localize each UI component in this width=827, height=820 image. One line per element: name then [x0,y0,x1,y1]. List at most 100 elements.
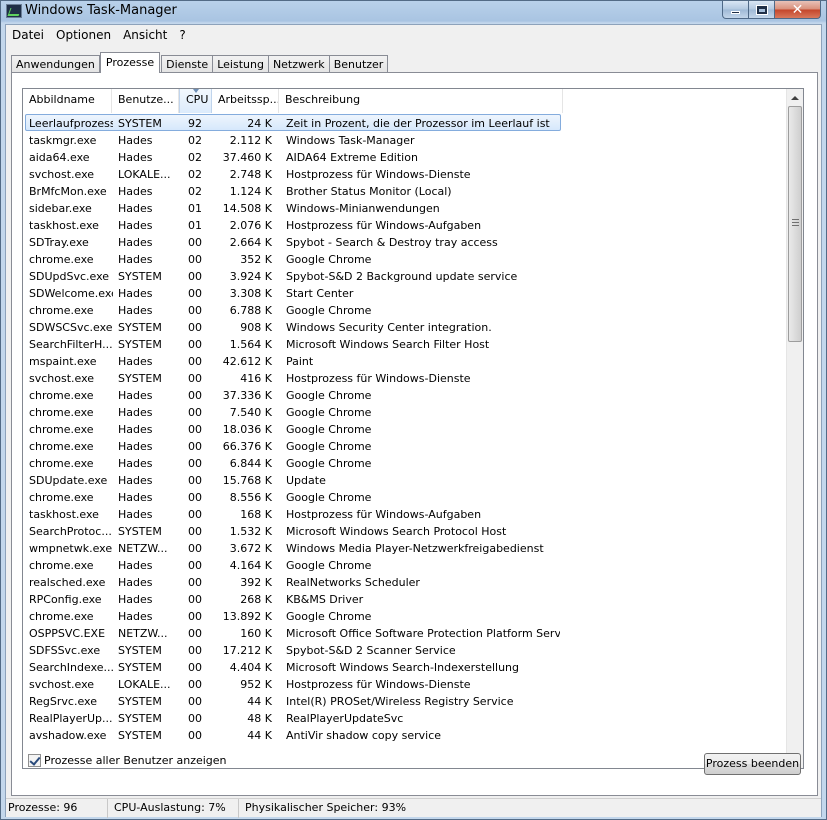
tab-prozesse[interactable]: Prozesse [99,52,161,73]
process-row[interactable]: SDUpdate.exe Hades 00 15.768 K Update [23,471,788,488]
process-row[interactable]: Leerlaufprozess SYSTEM 92 24 K Zeit in Proze… [23,114,788,131]
process-row[interactable]: chrome.exe Hades 00 37.336 K Google Chrome [23,386,788,403]
process-image-name: taskhost.exe [29,219,99,232]
column-header-description[interactable]: Beschreibung [279,89,563,113]
process-row[interactable]: svchost.exe SYSTEM 00 416 K Hostprozess für … [23,369,788,386]
process-row[interactable]: SDTray.exe Hades 00 2.664 K Spybot - Search … [23,233,788,250]
menu-ansicht[interactable]: Ansicht [117,25,173,45]
vertical-scrollbar[interactable] [786,89,803,768]
menu-help[interactable]: ? [173,25,191,45]
process-user: SYSTEM [118,321,162,334]
column-header-image-name[interactable]: Abbildname [23,89,112,113]
process-row[interactable]: chrome.exe Hades 00 18.036 K Google Chrome [23,420,788,437]
tab-netzwerk[interactable]: Netzwerk [267,55,330,73]
process-image-name: chrome.exe [29,457,94,470]
process-row[interactable]: SDFSSvc.exe SYSTEM 00 17.212 K Spybot-S&D 2 … [23,641,788,658]
process-row-cells: realsched.exe Hades 00 392 K RealNetworks Sc… [25,573,561,590]
process-description: Brother Status Monitor (Local) [286,185,452,198]
process-image-name: SDWSCSvc.exe [29,321,113,334]
process-row[interactable]: taskmgr.exe Hades 02 2.112 K Windows Task-Ma… [23,131,788,148]
process-row[interactable]: wmpnetwk.exe NETZW... 00 3.672 K Windows Med… [23,539,788,556]
process-row[interactable]: chrome.exe Hades 00 6.788 K Google Chrome [23,301,788,318]
process-user: Hades [118,474,153,487]
process-row[interactable]: SearchProtoc... SYSTEM 00 1.532 K Microsoft … [23,522,788,539]
process-row[interactable]: svchost.exe LOKALE... 00 952 K Hostprozess f… [23,675,788,692]
process-row[interactable]: avshadow.exe SYSTEM 00 44 K AntiVir shadow c… [23,726,788,743]
show-all-users-option[interactable]: Prozesse aller Benutzer anzeigen [28,754,227,767]
process-user: Hades [118,423,153,436]
process-row[interactable]: chrome.exe Hades 00 7.540 K Google Chrome [23,403,788,420]
process-row[interactable]: aida64.exe Hades 02 37.460 K AIDA64 Extreme … [23,148,788,165]
scrollbar-thumb[interactable] [788,106,802,342]
caption-buttons: ✕ [722,1,821,19]
end-process-button[interactable]: Prozess beenden [704,753,801,775]
process-row-cells: Leerlaufprozess SYSTEM 92 24 K Zeit in Proze… [25,114,561,131]
process-row[interactable]: SDUpdSvc.exe SYSTEM 00 3.924 K Spybot-S&D 2 … [23,267,788,284]
process-row[interactable]: chrome.exe Hades 00 13.892 K Google Chrome [23,607,788,624]
process-row[interactable]: taskhost.exe Hades 00 168 K Hostprozess für … [23,505,788,522]
process-row[interactable]: chrome.exe Hades 00 8.556 K Google Chrome [23,488,788,505]
process-cpu: 00 [188,253,202,266]
process-row[interactable]: SearchFilterH... SYSTEM 00 1.564 K Microsoft… [23,335,788,352]
process-image-name: chrome.exe [29,406,94,419]
column-header-user[interactable]: Benutze... [112,89,179,113]
process-row[interactable]: SDWSCSvc.exe SYSTEM 00 908 K Windows Securit… [23,318,788,335]
scroll-up-button[interactable] [787,89,803,106]
process-description: Google Chrome [286,440,372,453]
process-user: Hades [118,253,153,266]
process-row[interactable]: chrome.exe Hades 00 6.844 K Google Chrome [23,454,788,471]
process-row[interactable]: taskhost.exe Hades 01 2.076 K Hostprozess fü… [23,216,788,233]
process-row-cells: SearchFilterH... SYSTEM 00 1.564 K Microsoft… [25,335,561,352]
process-working-set: 44 K [247,695,272,708]
process-user: Hades [118,236,153,249]
minimize-button[interactable] [722,1,749,19]
process-row[interactable]: chrome.exe Hades 00 4.164 K Google Chrome [23,556,788,573]
process-user: LOKALE... [118,168,171,181]
column-header-cpu[interactable]: CPU [179,89,212,113]
process-row[interactable]: chrome.exe Hades 00 352 K Google Chrome [23,250,788,267]
process-row[interactable]: SearchIndexe... SYSTEM 00 4.404 K Microsoft … [23,658,788,675]
tab-dienste[interactable]: Dienste [161,55,214,73]
process-row[interactable]: mspaint.exe Hades 00 42.612 K Paint [23,352,788,369]
maximize-button[interactable] [749,1,775,19]
process-row-cells: chrome.exe Hades 00 66.376 K Google Chrome [25,437,561,454]
process-row[interactable]: sidebar.exe Hades 01 14.508 K Windows-Minian… [23,199,788,216]
process-image-name: aida64.exe [29,151,90,164]
process-cpu: 00 [188,457,202,470]
process-image-name: chrome.exe [29,304,94,317]
process-row[interactable]: RealPlayerUp... SYSTEM 00 48 K RealPlayerUpd… [23,709,788,726]
process-image-name: chrome.exe [29,610,94,623]
process-working-set: 6.844 K [229,457,272,470]
process-image-name: SDFSSvc.exe [29,644,101,657]
menu-datei[interactable]: Datei [6,25,50,45]
show-all-users-label: Prozesse aller Benutzer anzeigen [44,754,227,767]
tab-benutzer[interactable]: Benutzer [328,55,389,73]
process-row[interactable]: OSPPSVC.EXE NETZW... 00 160 K Microsoft Offi… [23,624,788,641]
process-row[interactable]: svchost.exe LOKALE... 02 2.748 K Hostprozess… [23,165,788,182]
close-button[interactable]: ✕ [775,1,821,19]
process-row[interactable]: SDWelcome.exe Hades 00 3.308 K Start Center [23,284,788,301]
process-user: Hades [118,610,153,623]
process-user: Hades [118,287,153,300]
process-cpu: 00 [188,508,202,521]
process-row[interactable]: RPConfig.exe Hades 00 268 K KB&MS Driver [23,590,788,607]
process-image-name: RealPlayerUp... [29,712,113,725]
show-all-users-checkbox[interactable] [28,754,41,767]
title-bar[interactable]: Windows Task-Manager ✕ [1,1,826,23]
process-row[interactable]: BrMfcMon.exe Hades 02 1.124 K Brother Status… [23,182,788,199]
process-working-set: 13.892 K [222,610,272,623]
tab-anwendungen[interactable]: Anwendungen [11,55,100,73]
column-header-working-set[interactable]: Arbeitssp... [212,89,279,113]
menu-optionen[interactable]: Optionen [50,25,117,45]
process-user: Hades [118,355,153,368]
process-user: Hades [118,389,153,402]
process-row[interactable]: RegSrvc.exe SYSTEM 00 44 K Intel(R) PROSet/W… [23,692,788,709]
process-row[interactable]: chrome.exe Hades 00 66.376 K Google Chrome [23,437,788,454]
process-user: Hades [118,304,153,317]
process-row-cells: SDUpdSvc.exe SYSTEM 00 3.924 K Spybot-S&D 2 … [25,267,561,284]
process-list[interactable]: Abbildname Benutze... CPU Arbeitssp... B… [22,88,804,769]
maximize-icon [755,4,768,15]
tab-leistung[interactable]: Leistung [212,55,269,73]
process-row-cells: SearchIndexe... SYSTEM 00 4.404 K Microsoft … [25,658,561,675]
process-row[interactable]: realsched.exe Hades 00 392 K RealNetworks Sc… [23,573,788,590]
